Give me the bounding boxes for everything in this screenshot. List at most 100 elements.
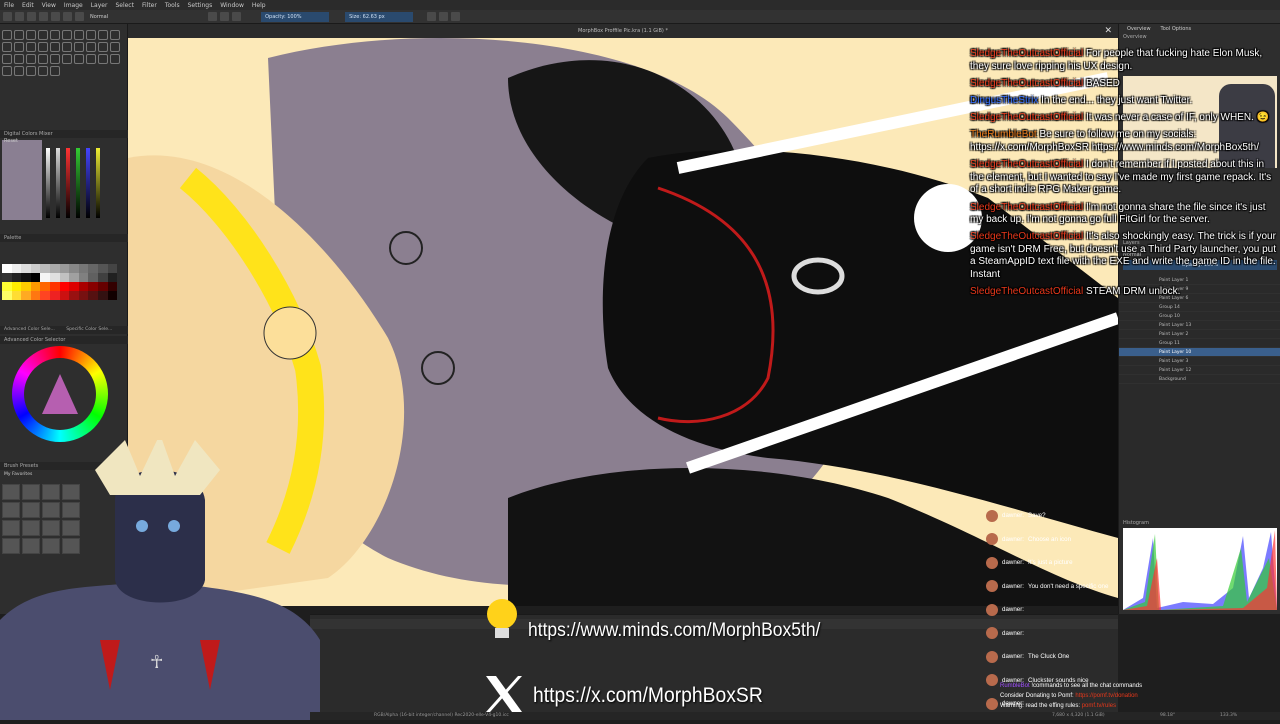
palette-swatch[interactable] (49, 291, 60, 300)
polyline-tool-icon[interactable] (110, 30, 120, 40)
new-document-icon[interactable] (3, 12, 12, 21)
bot-line-3-link[interactable]: pomf.tv/rules (1082, 703, 1116, 709)
freehand-path-tool-icon[interactable] (14, 42, 24, 52)
palette-grid[interactable] (2, 264, 118, 300)
chat2-username[interactable]: dawner: (1002, 536, 1024, 543)
x-link-text[interactable]: https://x.com/MorphBoxSR (533, 684, 763, 708)
bezier-tool-icon[interactable] (2, 42, 12, 52)
layer-row[interactable]: Paint Layer 12 (1119, 366, 1280, 375)
palette-swatch[interactable] (107, 282, 118, 291)
ellipse-tool-icon[interactable] (86, 30, 96, 40)
menu-item-image[interactable]: Image (64, 2, 83, 9)
save-document-icon[interactable] (27, 12, 36, 21)
status-angle[interactable]: 98.18° (1160, 712, 1175, 720)
fill-tool-icon[interactable] (2, 54, 12, 64)
palette-swatch[interactable] (69, 273, 79, 282)
bezier-select-tool-icon[interactable] (14, 66, 24, 76)
swatch-blue[interactable] (86, 148, 90, 218)
tab-overview[interactable]: Overview (1127, 24, 1151, 34)
palette-swatch[interactable] (88, 282, 98, 291)
menu-item-select[interactable]: Select (115, 2, 134, 9)
blend-mode-select[interactable]: Normal (90, 14, 108, 20)
layer-row[interactable]: Paint Layer 2 (1119, 330, 1280, 339)
palette-swatch[interactable] (11, 273, 22, 282)
chat-username[interactable]: DingusTheStrix (970, 95, 1038, 106)
opacity-slider[interactable]: Opacity: 100% (261, 11, 330, 22)
palette-swatch[interactable] (40, 291, 50, 300)
swatch-red[interactable] (66, 148, 70, 218)
layer-row[interactable]: Background (1119, 375, 1280, 384)
menu-item-tools[interactable]: Tools (165, 2, 180, 9)
size-slider[interactable]: Size: 62.63 px (345, 11, 414, 22)
color-triangle[interactable] (42, 374, 78, 414)
palette-swatch[interactable] (107, 273, 118, 282)
eraser-mode-icon[interactable] (220, 12, 230, 21)
chat-username[interactable]: SledgeTheOutcastOfficial (970, 78, 1083, 89)
brush-preset-icon[interactable] (75, 12, 84, 21)
palette-swatch[interactable] (2, 264, 12, 273)
palette-swatch[interactable] (88, 291, 98, 300)
palette-swatch[interactable] (59, 264, 70, 273)
palette-swatch[interactable] (30, 273, 41, 282)
pan-tool-icon[interactable] (50, 66, 60, 76)
palette-swatch[interactable] (59, 273, 70, 282)
palette-swatch[interactable] (97, 282, 108, 291)
preserve-alpha-icon[interactable] (232, 12, 242, 21)
mixer-canvas[interactable] (2, 140, 42, 220)
magnetic-select-tool-icon[interactable] (26, 66, 36, 76)
chat-username[interactable]: TheRumbleBot (970, 129, 1037, 140)
color-picker-tool-icon[interactable] (98, 42, 108, 52)
mirror-horizontal-icon[interactable] (427, 12, 437, 21)
palette-swatch[interactable] (107, 264, 118, 273)
minds-link-text[interactable]: https://www.minds.com/MorphBox5th/ (528, 620, 820, 642)
palette-swatch[interactable] (49, 264, 60, 273)
chat2-username[interactable]: dawner: (1002, 559, 1024, 566)
palette-swatch[interactable] (97, 291, 108, 300)
palette-swatch[interactable] (78, 264, 89, 273)
menu-item-layer[interactable]: Layer (91, 2, 108, 9)
edit-shapes-tool-icon[interactable] (26, 30, 36, 40)
line-tool-icon[interactable] (62, 30, 72, 40)
menu-item-filter[interactable]: Filter (142, 2, 157, 9)
palette-swatch[interactable] (21, 273, 31, 282)
zoom-tool-icon[interactable] (38, 66, 48, 76)
palette-swatch[interactable] (40, 273, 50, 282)
swatch-white[interactable] (46, 148, 50, 218)
redo-icon[interactable] (51, 12, 60, 21)
layer-row[interactable]: Paint Layer 13 (1119, 321, 1280, 330)
chat2-username[interactable]: dawner: (1002, 583, 1024, 590)
chat2-username[interactable]: dawner: (1002, 653, 1024, 660)
freehand-brush-tool-icon[interactable] (50, 30, 60, 40)
enclosing-fill-tool-icon[interactable] (14, 54, 24, 64)
crop-tool-icon[interactable] (74, 42, 84, 52)
palette-swatch[interactable] (11, 291, 22, 300)
palette-swatch[interactable] (11, 264, 22, 273)
palette-swatch[interactable] (69, 282, 79, 291)
palette-swatch[interactable] (69, 291, 79, 300)
text-tool-icon[interactable] (14, 30, 24, 40)
chat-username[interactable]: SledgeTheOutcastOfficial (970, 159, 1083, 170)
palette-swatch[interactable] (49, 282, 60, 291)
palette-swatch[interactable] (40, 282, 50, 291)
palette-swatch[interactable] (11, 282, 22, 291)
palette-swatch[interactable] (97, 273, 108, 282)
mirror-vertical-icon[interactable] (439, 12, 449, 21)
polygon-tool-icon[interactable] (98, 30, 108, 40)
ellipse-select-tool-icon[interactable] (74, 54, 84, 64)
chat-username[interactable]: SledgeTheOutcastOfficial (970, 112, 1083, 123)
palette-swatch[interactable] (59, 291, 70, 300)
menu-item-view[interactable]: View (42, 2, 56, 9)
palette-swatch[interactable] (21, 282, 31, 291)
tab-specific-color-selector[interactable]: Specific Color Sele... (66, 327, 112, 332)
dynamic-brush-tool-icon[interactable] (26, 42, 36, 52)
fill-gradient-icon[interactable] (63, 12, 72, 21)
palette-swatch[interactable] (2, 273, 12, 282)
chat2-username[interactable]: dawner: (1002, 606, 1024, 613)
palette-swatch[interactable] (21, 291, 31, 300)
palette-swatch[interactable] (2, 291, 12, 300)
palette-swatch[interactable] (78, 273, 89, 282)
palette-swatch[interactable] (49, 273, 60, 282)
tab-tool-options[interactable]: Tool Options (1161, 24, 1192, 34)
palette-swatch[interactable] (107, 291, 118, 300)
swatch-green[interactable] (76, 148, 80, 218)
